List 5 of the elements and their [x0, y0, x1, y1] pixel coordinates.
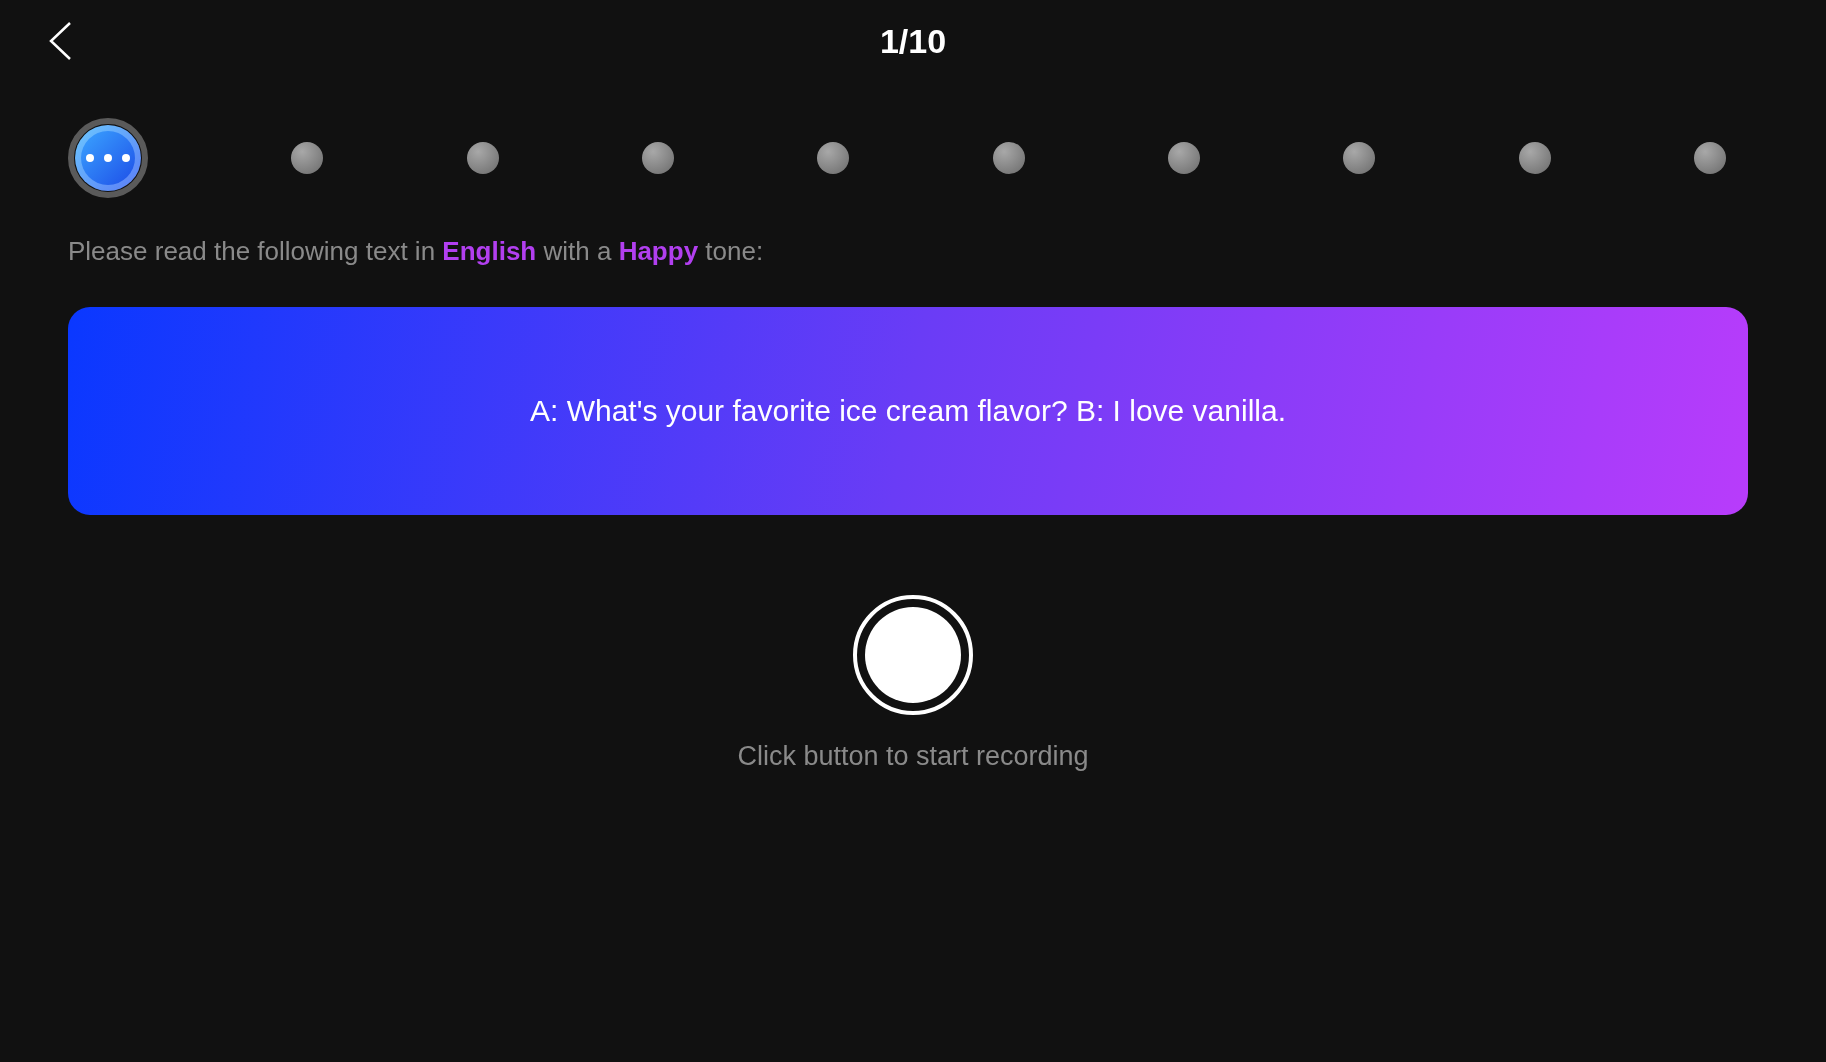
- record-caption: Click button to start recording: [737, 741, 1089, 772]
- progress-title: 1/10: [879, 21, 947, 61]
- instruction-text: Please read the following text in English with a Happy tone:: [68, 236, 765, 267]
- back-icon[interactable]: [48, 21, 72, 61]
- reading-text: A: What's your favorite ice cream flavor? B: I love vanilla.: [530, 394, 1286, 428]
